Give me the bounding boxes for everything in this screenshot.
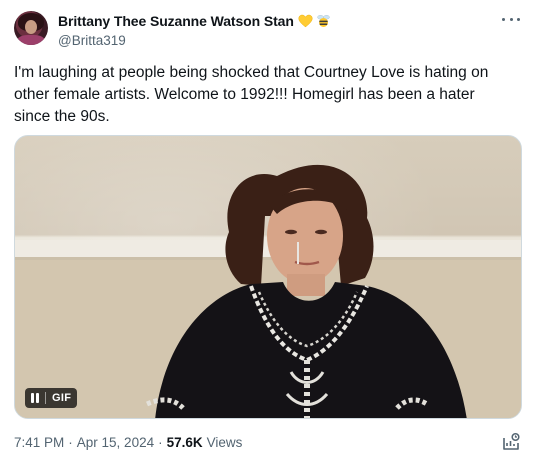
tweet-date[interactable]: Apr 15, 2024: [77, 435, 154, 450]
more-dot: [517, 17, 520, 21]
analytics-icon[interactable]: [502, 432, 520, 452]
gif-badge[interactable]: GIF: [25, 388, 78, 408]
more-dot: [502, 17, 505, 21]
tweet-text: I'm laughing at people being shocked tha…: [14, 64, 489, 125]
gif-badge-divider: [45, 392, 46, 404]
more-dot: [509, 17, 513, 21]
avatar-shirt: [17, 35, 45, 45]
yellow-heart-icon: [298, 14, 313, 28]
tweet-time[interactable]: 7:41 PM: [14, 435, 64, 450]
tweet-meta: 7:41 PM · Apr 15, 2024 · 57.6K Views: [14, 435, 242, 450]
media-gif[interactable]: GIF: [14, 135, 522, 419]
bee-icon: [317, 15, 330, 27]
user-info: Brittany Thee Suzanne Watson Stan @Britt…: [58, 12, 331, 48]
pause-icon[interactable]: [31, 393, 39, 403]
views-count: 57.6K: [166, 435, 203, 450]
pause-bar: [36, 393, 39, 403]
meta-separator: ·: [158, 435, 163, 450]
tweet-card: Brittany Thee Suzanne Watson Stan @Britt…: [0, 0, 538, 466]
display-name[interactable]: Brittany Thee Suzanne Watson Stan: [58, 13, 294, 29]
pause-bar: [31, 393, 34, 403]
user-handle[interactable]: @Britta319: [58, 33, 331, 48]
avatar[interactable]: [14, 11, 48, 45]
views-label: Views: [206, 435, 243, 450]
avatar-face: [25, 20, 37, 34]
more-icon[interactable]: [502, 14, 520, 24]
meta-separator: ·: [68, 435, 73, 450]
gif-frame-illustration: [15, 164, 521, 418]
name-row: Brittany Thee Suzanne Watson Stan: [58, 12, 331, 30]
gif-label: GIF: [52, 392, 72, 404]
